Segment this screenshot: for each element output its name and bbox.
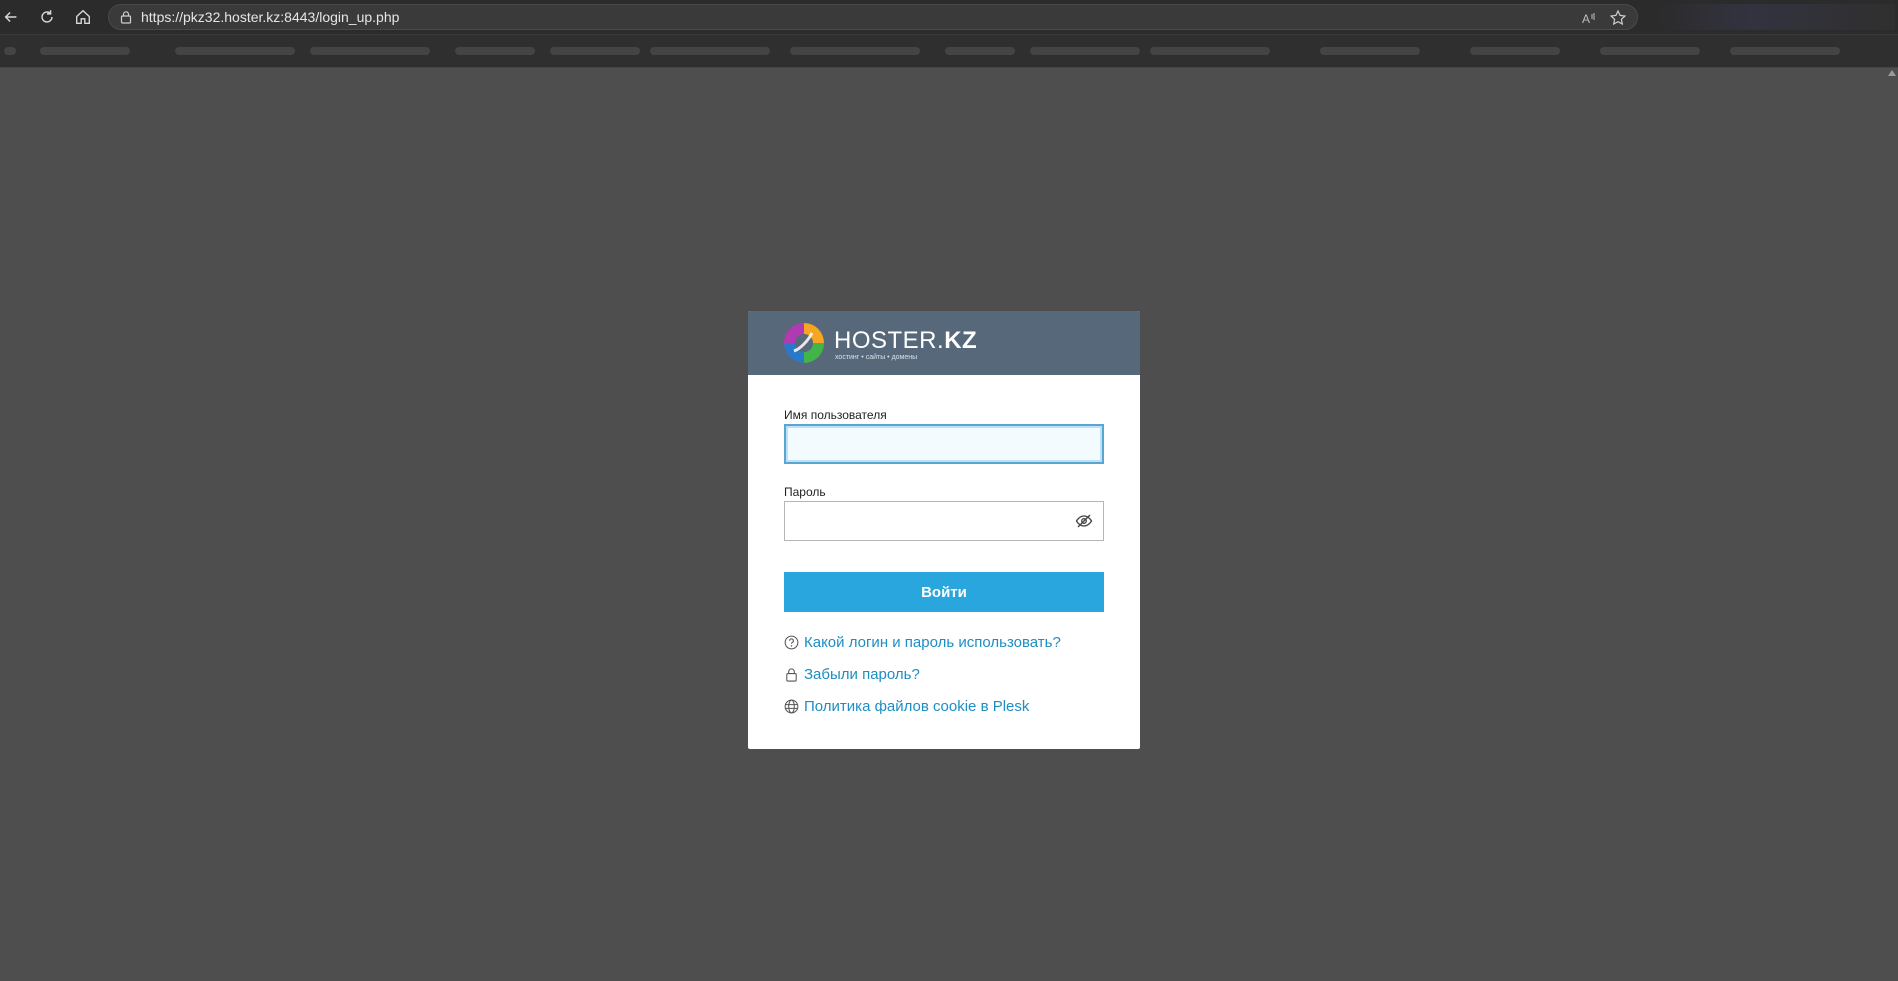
bookmark-item[interactable] — [550, 47, 640, 55]
bookmark-item[interactable] — [1320, 47, 1420, 55]
svg-text:A: A — [1582, 12, 1590, 26]
bookmark-item[interactable] — [175, 47, 295, 55]
username-field[interactable] — [784, 424, 1104, 464]
brand-tagline: хостинг • сайты • домены — [835, 354, 918, 361]
bookmark-item[interactable] — [4, 47, 16, 55]
address-bar[interactable]: https://pkz32.hoster.kz:8443/login_up.ph… — [108, 4, 1638, 30]
bookmark-item[interactable] — [40, 47, 130, 55]
password-field[interactable] — [784, 501, 1104, 541]
link-cookie-policy-text[interactable]: Политика файлов cookie в Plesk — [804, 698, 1029, 715]
lock-icon — [120, 11, 132, 24]
bookmark-item[interactable] — [1030, 47, 1140, 55]
link-which-login-text[interactable]: Какой логин и пароль использовать? — [804, 634, 1061, 651]
bookmark-item[interactable] — [1150, 47, 1270, 55]
scrollbar-up-arrow[interactable] — [1888, 70, 1896, 76]
link-forgot-password-text[interactable]: Забыли пароль? — [804, 666, 920, 683]
lock-icon — [786, 667, 797, 682]
link-which-login[interactable]: Какой логин и пароль использовать? — [784, 632, 1061, 652]
link-forgot-password[interactable]: Забыли пароль? — [784, 664, 920, 684]
brand-name-regular: HOSTER. — [834, 327, 945, 354]
browser-toolbar: https://pkz32.hoster.kz:8443/login_up.ph… — [0, 0, 1898, 35]
bookmark-item[interactable] — [945, 47, 1015, 55]
bookmark-item[interactable] — [1470, 47, 1560, 55]
eye-slash-icon[interactable] — [1075, 513, 1093, 529]
bookmark-item[interactable] — [455, 47, 535, 55]
globe-icon — [784, 699, 799, 713]
read-aloud-icon[interactable]: A — [1581, 10, 1597, 26]
login-card: HOSTER.KZ хостинг • сайты • домены Имя п… — [748, 311, 1140, 749]
question-circle-icon — [784, 635, 799, 649]
bookmark-item[interactable] — [790, 47, 920, 55]
home-icon[interactable] — [72, 6, 94, 28]
link-cookie-policy[interactable]: Политика файлов cookie в Plesk — [784, 696, 1029, 716]
bookmark-item[interactable] — [1730, 47, 1840, 55]
extensions-area — [1655, 4, 1895, 30]
bookmark-item[interactable] — [1600, 47, 1700, 55]
login-button[interactable]: Войти — [784, 572, 1104, 612]
reload-icon[interactable] — [36, 6, 58, 28]
username-label: Имя пользователя — [784, 408, 887, 422]
hoster-logo-icon — [784, 323, 824, 363]
bookmarks-bar — [0, 35, 1898, 68]
bookmark-item[interactable] — [310, 47, 430, 55]
brand-name-bold: KZ — [944, 327, 978, 354]
password-label: Пароль — [784, 485, 826, 499]
url-text: https://pkz32.hoster.kz:8443/login_up.ph… — [141, 9, 400, 25]
card-header: HOSTER.KZ хостинг • сайты • домены — [748, 311, 1140, 375]
star-icon[interactable] — [1609, 9, 1627, 27]
brand-name: HOSTER.KZ — [834, 329, 977, 353]
bookmark-item[interactable] — [650, 47, 770, 55]
back-arrow-icon[interactable] — [0, 6, 22, 28]
